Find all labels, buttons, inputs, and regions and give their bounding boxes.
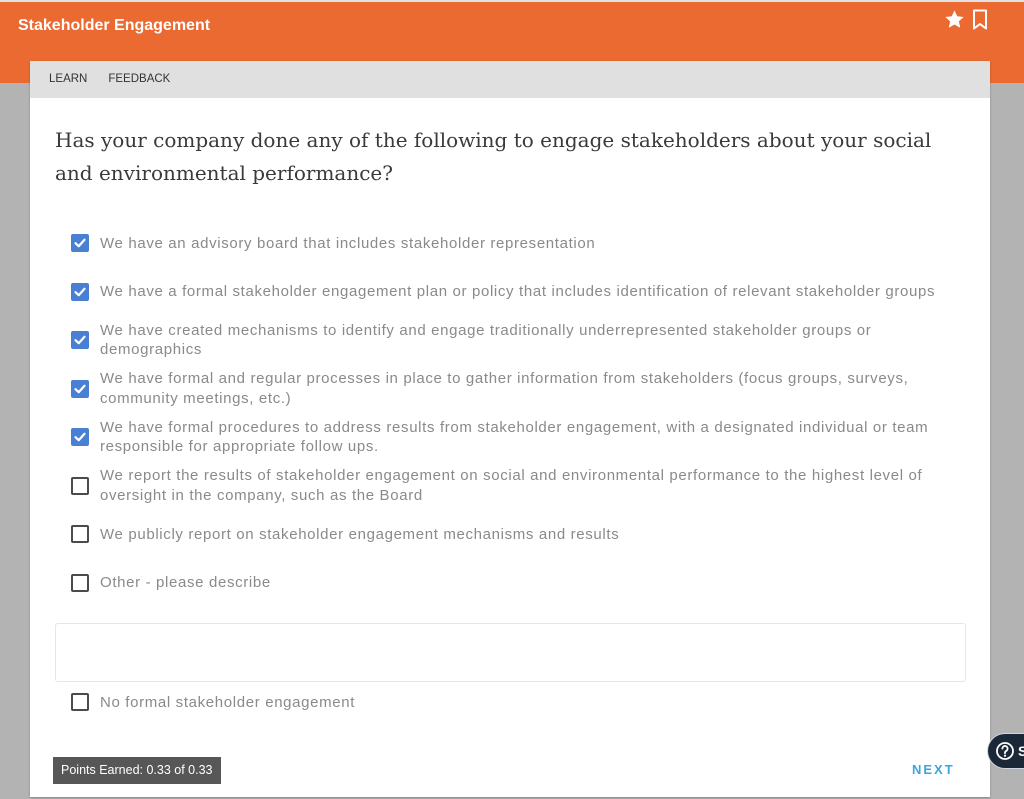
option-label: We have formal and regular processes in … — [100, 370, 909, 407]
star-icon[interactable] — [944, 9, 965, 30]
option-label: We have an advisory board that includes … — [100, 234, 596, 252]
option-row[interactable]: We have created mechanisms to identify a… — [30, 316, 990, 365]
option-label: We have a formal stakeholder engagement … — [100, 283, 936, 300]
option-checkbox[interactable] — [71, 428, 89, 447]
option-row[interactable]: We publicly report on stakeholder engage… — [30, 510, 990, 559]
options-list: We have an advisory board that includes … — [30, 219, 990, 607]
option-checkbox[interactable] — [71, 476, 89, 495]
tab-learn[interactable]: LEARN — [49, 61, 87, 98]
option-label: We have formal procedures to address res… — [100, 418, 929, 456]
none-checkbox[interactable] — [71, 693, 89, 712]
tab-bar: LEARN FEEDBACK — [30, 61, 990, 98]
question-text: Has your company done any of the followi… — [55, 128, 932, 185]
tab-feedback[interactable]: FEEDBACK — [108, 61, 170, 98]
option-checkbox[interactable] — [71, 573, 89, 592]
option-checkbox[interactable] — [71, 282, 89, 301]
option-checkbox[interactable] — [71, 525, 89, 544]
option-label: We publicly report on stakeholder engage… — [100, 525, 620, 543]
next-button[interactable]: NEXT — [912, 760, 955, 780]
option-row[interactable]: We report the results of stakeholder eng… — [30, 462, 990, 511]
option-row[interactable]: We have an advisory board that includes … — [30, 219, 990, 268]
check-icon — [74, 432, 86, 442]
bookmark-icon[interactable] — [972, 9, 988, 30]
help-widget[interactable]: S — [987, 733, 1024, 769]
option-row-none[interactable]: No formal stakeholder engagement — [30, 678, 990, 727]
option-checkbox[interactable] — [71, 379, 89, 398]
help-widget-label: S — [1018, 734, 1024, 768]
none-option-wrap: No formal stakeholder engagement — [30, 678, 990, 727]
points-earned-badge: Points Earned: 0.33 of 0.33 — [53, 757, 221, 784]
check-icon — [74, 384, 86, 394]
check-icon — [74, 287, 86, 297]
option-checkbox[interactable] — [71, 331, 89, 350]
check-icon — [74, 238, 86, 248]
option-row-other[interactable]: Other - please describe — [30, 559, 990, 608]
option-row[interactable]: We have formal and regular processes in … — [30, 365, 990, 414]
none-option-label: No formal stakeholder engagement — [100, 693, 356, 711]
option-label: We have created mechanisms to identify a… — [100, 321, 872, 359]
option-checkbox[interactable] — [71, 234, 89, 253]
question-card: LEARN FEEDBACK Has your company done any… — [30, 61, 990, 797]
page-title: Stakeholder Engagement — [18, 17, 211, 34]
check-icon — [74, 335, 86, 345]
option-label: We report the results of stakeholder eng… — [100, 467, 923, 504]
option-row[interactable]: We have a formal stakeholder engagement … — [30, 268, 990, 317]
other-description-field[interactable] — [55, 623, 966, 682]
option-row[interactable]: We have formal procedures to address res… — [30, 413, 990, 462]
option-label: Other - please describe — [100, 574, 271, 591]
question-circle-icon — [996, 742, 1014, 760]
